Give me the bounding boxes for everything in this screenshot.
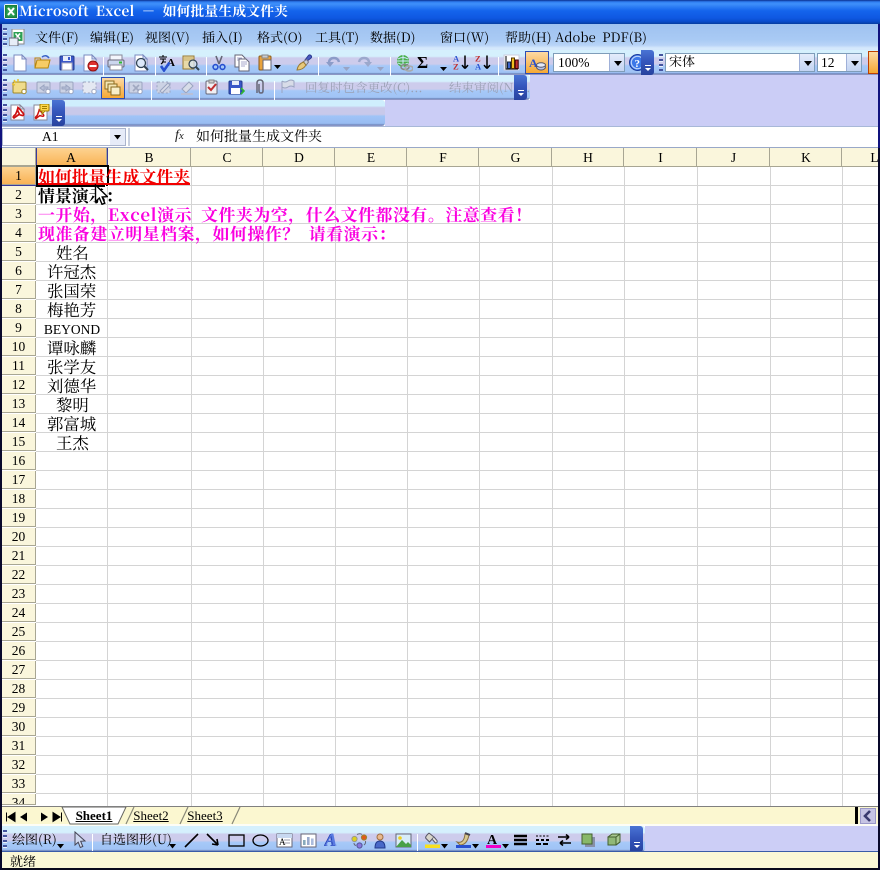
svg-text:A: A (324, 831, 337, 849)
svg-text:A: A (279, 837, 286, 847)
svg-text:A: A (475, 62, 482, 72)
svg-text:?: ? (635, 58, 641, 70)
svg-text:Z: Z (453, 62, 459, 72)
